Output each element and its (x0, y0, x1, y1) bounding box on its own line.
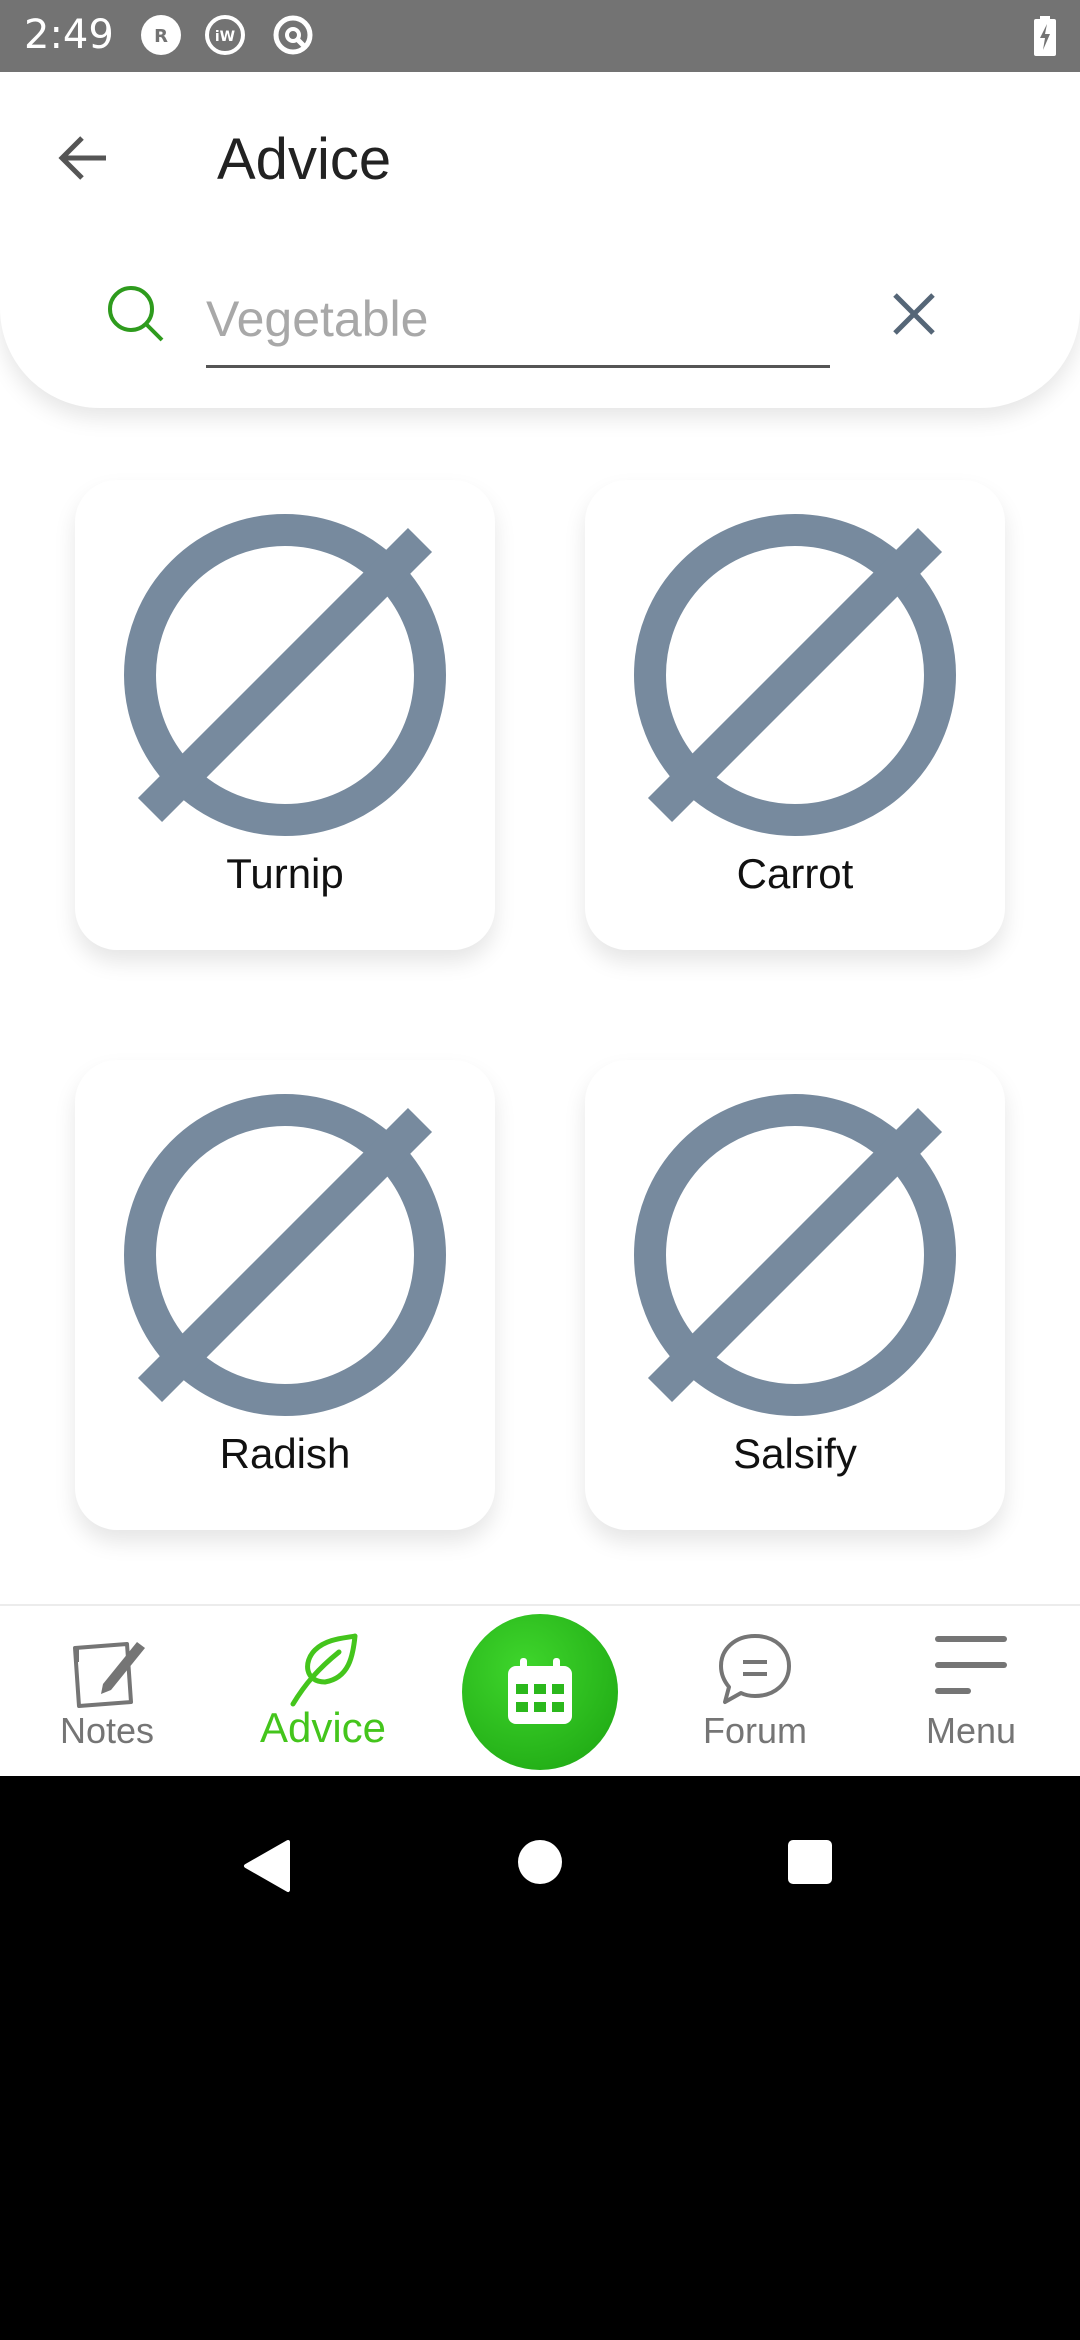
system-back-icon[interactable] (240, 1838, 294, 1894)
status-time: 2:49 (24, 12, 114, 58)
no-image-icon (124, 1094, 446, 1416)
vegetable-card-salsify[interactable]: Salsify (585, 1060, 1005, 1530)
calendar-button[interactable] (462, 1614, 618, 1770)
page-title: Advice (217, 127, 392, 192)
bottom-navigation: Notes Advice Forum Menu (0, 1604, 1080, 1776)
vegetable-label: Radish (219, 1430, 351, 1477)
r-badge-icon: R (141, 15, 181, 55)
status-bar: 2:49 R iW (0, 0, 1080, 72)
r-badge-text: R (154, 26, 168, 47)
app-screen: Turnip Carrot Radish Salsify Advice Vege… (0, 72, 1080, 1776)
vegetable-card-turnip[interactable]: Turnip (75, 480, 495, 950)
circle-logo-icon (273, 15, 313, 55)
calendar-icon (508, 1658, 572, 1724)
system-navigation-bar (0, 1776, 1080, 2340)
back-arrow-icon (58, 136, 106, 180)
nav-item-notes[interactable]: Notes (17, 1606, 197, 1776)
clear-search-button[interactable] (880, 280, 948, 348)
vegetable-label: Carrot (736, 850, 854, 897)
nav-label: Menu (925, 1710, 1017, 1751)
no-image-icon (634, 514, 956, 836)
chat-bubble-icon (719, 1634, 791, 1704)
no-image-icon (634, 1094, 956, 1416)
vegetable-label: Turnip (226, 850, 344, 897)
search-input[interactable] (206, 272, 830, 368)
search-icon (108, 286, 164, 342)
hamburger-menu-icon (935, 1636, 1007, 1694)
close-icon (893, 293, 935, 335)
iw-badge-icon: iW (205, 15, 245, 55)
nav-item-forum[interactable]: Forum (665, 1606, 845, 1776)
leaf-icon (290, 1633, 358, 1707)
back-button[interactable] (48, 122, 120, 194)
battery-charging-icon (1034, 16, 1056, 56)
nav-item-menu[interactable]: Menu (881, 1606, 1061, 1776)
system-home-icon[interactable] (516, 1838, 564, 1886)
nav-label: Advice (259, 1704, 387, 1751)
nav-label: Forum (702, 1710, 807, 1751)
no-image-icon (124, 514, 446, 836)
nav-item-advice[interactable]: Advice (233, 1606, 413, 1776)
iw-badge-text: iW (215, 29, 235, 45)
system-recents-icon[interactable] (786, 1838, 834, 1886)
vegetable-label: Salsify (733, 1430, 857, 1477)
vegetable-card-carrot[interactable]: Carrot (585, 480, 1005, 950)
header: Advice (0, 72, 1080, 408)
vegetable-card-radish[interactable]: Radish (75, 1060, 495, 1530)
notes-icon (73, 1642, 145, 1708)
nav-label: Notes (59, 1710, 155, 1751)
